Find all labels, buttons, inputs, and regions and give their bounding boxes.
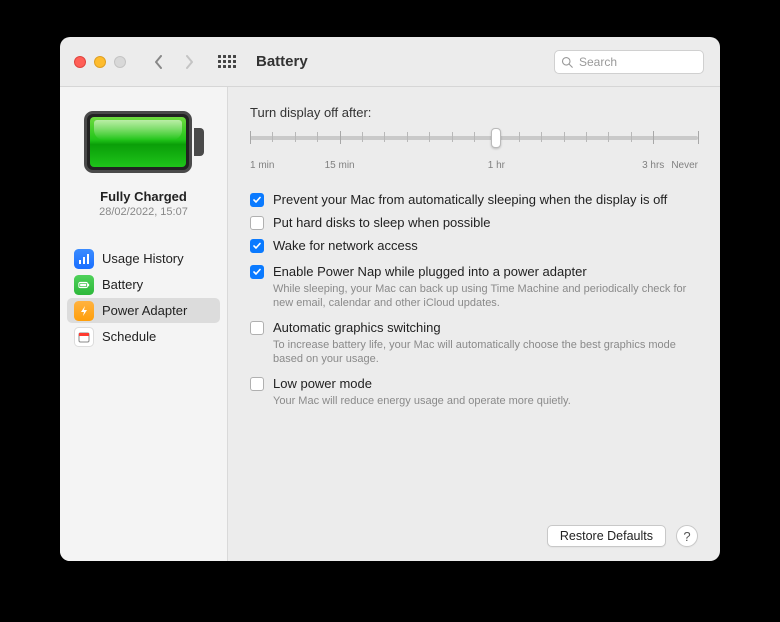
options-list: Prevent your Mac from automatically slee… xyxy=(250,192,698,408)
battery-status-label: Fully Charged xyxy=(100,189,187,204)
display-sleep-slider[interactable] xyxy=(250,130,698,158)
zoom-window-button[interactable] xyxy=(114,56,126,68)
option-label: Enable Power Nap while plugged into a po… xyxy=(273,264,698,280)
option-prevent-sleep[interactable]: Prevent your Mac from automatically slee… xyxy=(250,192,698,208)
option-hard-disks-sleep[interactable]: Put hard disks to sleep when possible xyxy=(250,215,698,231)
toolbar: Battery xyxy=(60,37,720,87)
checkbox[interactable] xyxy=(250,193,264,207)
option-label: Low power mode xyxy=(273,376,698,392)
sidebar: Fully Charged 28/02/2022, 15:07 Usage Hi… xyxy=(60,87,228,561)
option-power-nap[interactable]: Enable Power Nap while plugged into a po… xyxy=(250,264,698,310)
chart-icon xyxy=(74,249,94,269)
minimize-window-button[interactable] xyxy=(94,56,106,68)
checkbox[interactable] xyxy=(250,216,264,230)
close-window-button[interactable] xyxy=(74,56,86,68)
option-description: To increase battery life, your Mac will … xyxy=(273,338,698,366)
sidebar-item-schedule[interactable]: Schedule xyxy=(67,324,220,349)
option-label: Wake for network access xyxy=(273,238,698,254)
option-label: Automatic graphics switching xyxy=(273,320,698,336)
calendar-icon xyxy=(74,327,94,347)
sidebar-item-label: Battery xyxy=(102,277,143,292)
window-body: Fully Charged 28/02/2022, 15:07 Usage Hi… xyxy=(60,87,720,561)
checkbox[interactable] xyxy=(250,265,264,279)
sidebar-item-label: Usage History xyxy=(102,251,184,266)
option-auto-graphics[interactable]: Automatic graphics switching To increase… xyxy=(250,320,698,366)
sidebar-item-power-adapter[interactable]: Power Adapter xyxy=(67,298,220,323)
slider-thumb[interactable] xyxy=(491,128,501,148)
battery-icon xyxy=(84,111,204,173)
option-description: While sleeping, your Mac can back up usi… xyxy=(273,282,698,310)
option-wake-network[interactable]: Wake for network access xyxy=(250,238,698,254)
sidebar-item-label: Schedule xyxy=(102,329,156,344)
window-title: Battery xyxy=(256,53,308,70)
option-label: Prevent your Mac from automatically slee… xyxy=(273,192,698,208)
help-button[interactable]: ? xyxy=(676,525,698,547)
slider-tick-labels: 1 min 15 min 1 hr 3 hrs Never xyxy=(250,160,698,174)
bolt-icon xyxy=(74,301,94,321)
search-input[interactable] xyxy=(577,54,697,70)
search-icon xyxy=(561,56,573,68)
sidebar-item-battery[interactable]: Battery xyxy=(67,272,220,297)
sidebar-item-usage-history[interactable]: Usage History xyxy=(67,246,220,271)
back-button[interactable] xyxy=(148,49,170,75)
show-all-icon[interactable] xyxy=(216,49,238,75)
restore-defaults-button[interactable]: Restore Defaults xyxy=(547,525,666,547)
option-label: Put hard disks to sleep when possible xyxy=(273,215,698,231)
battery-status-time: 28/02/2022, 15:07 xyxy=(99,206,188,218)
forward-button[interactable] xyxy=(178,49,200,75)
checkbox[interactable] xyxy=(250,239,264,253)
slider-label: Turn display off after: xyxy=(250,105,698,120)
search-field[interactable] xyxy=(554,50,704,74)
checkbox[interactable] xyxy=(250,377,264,391)
option-low-power[interactable]: Low power mode Your Mac will reduce ener… xyxy=(250,376,698,408)
preferences-window: Battery Fully Charged 28/02/2022, 15:07 … xyxy=(60,37,720,561)
window-controls xyxy=(74,56,126,68)
battery-small-icon xyxy=(74,275,94,295)
sidebar-item-label: Power Adapter xyxy=(102,303,187,318)
checkbox[interactable] xyxy=(250,321,264,335)
sidebar-nav: Usage History Battery Power Adapter xyxy=(60,246,227,349)
footer: Restore Defaults ? xyxy=(547,525,698,547)
option-description: Your Mac will reduce energy usage and op… xyxy=(273,394,698,408)
main-panel: Turn display off after: xyxy=(228,87,720,561)
